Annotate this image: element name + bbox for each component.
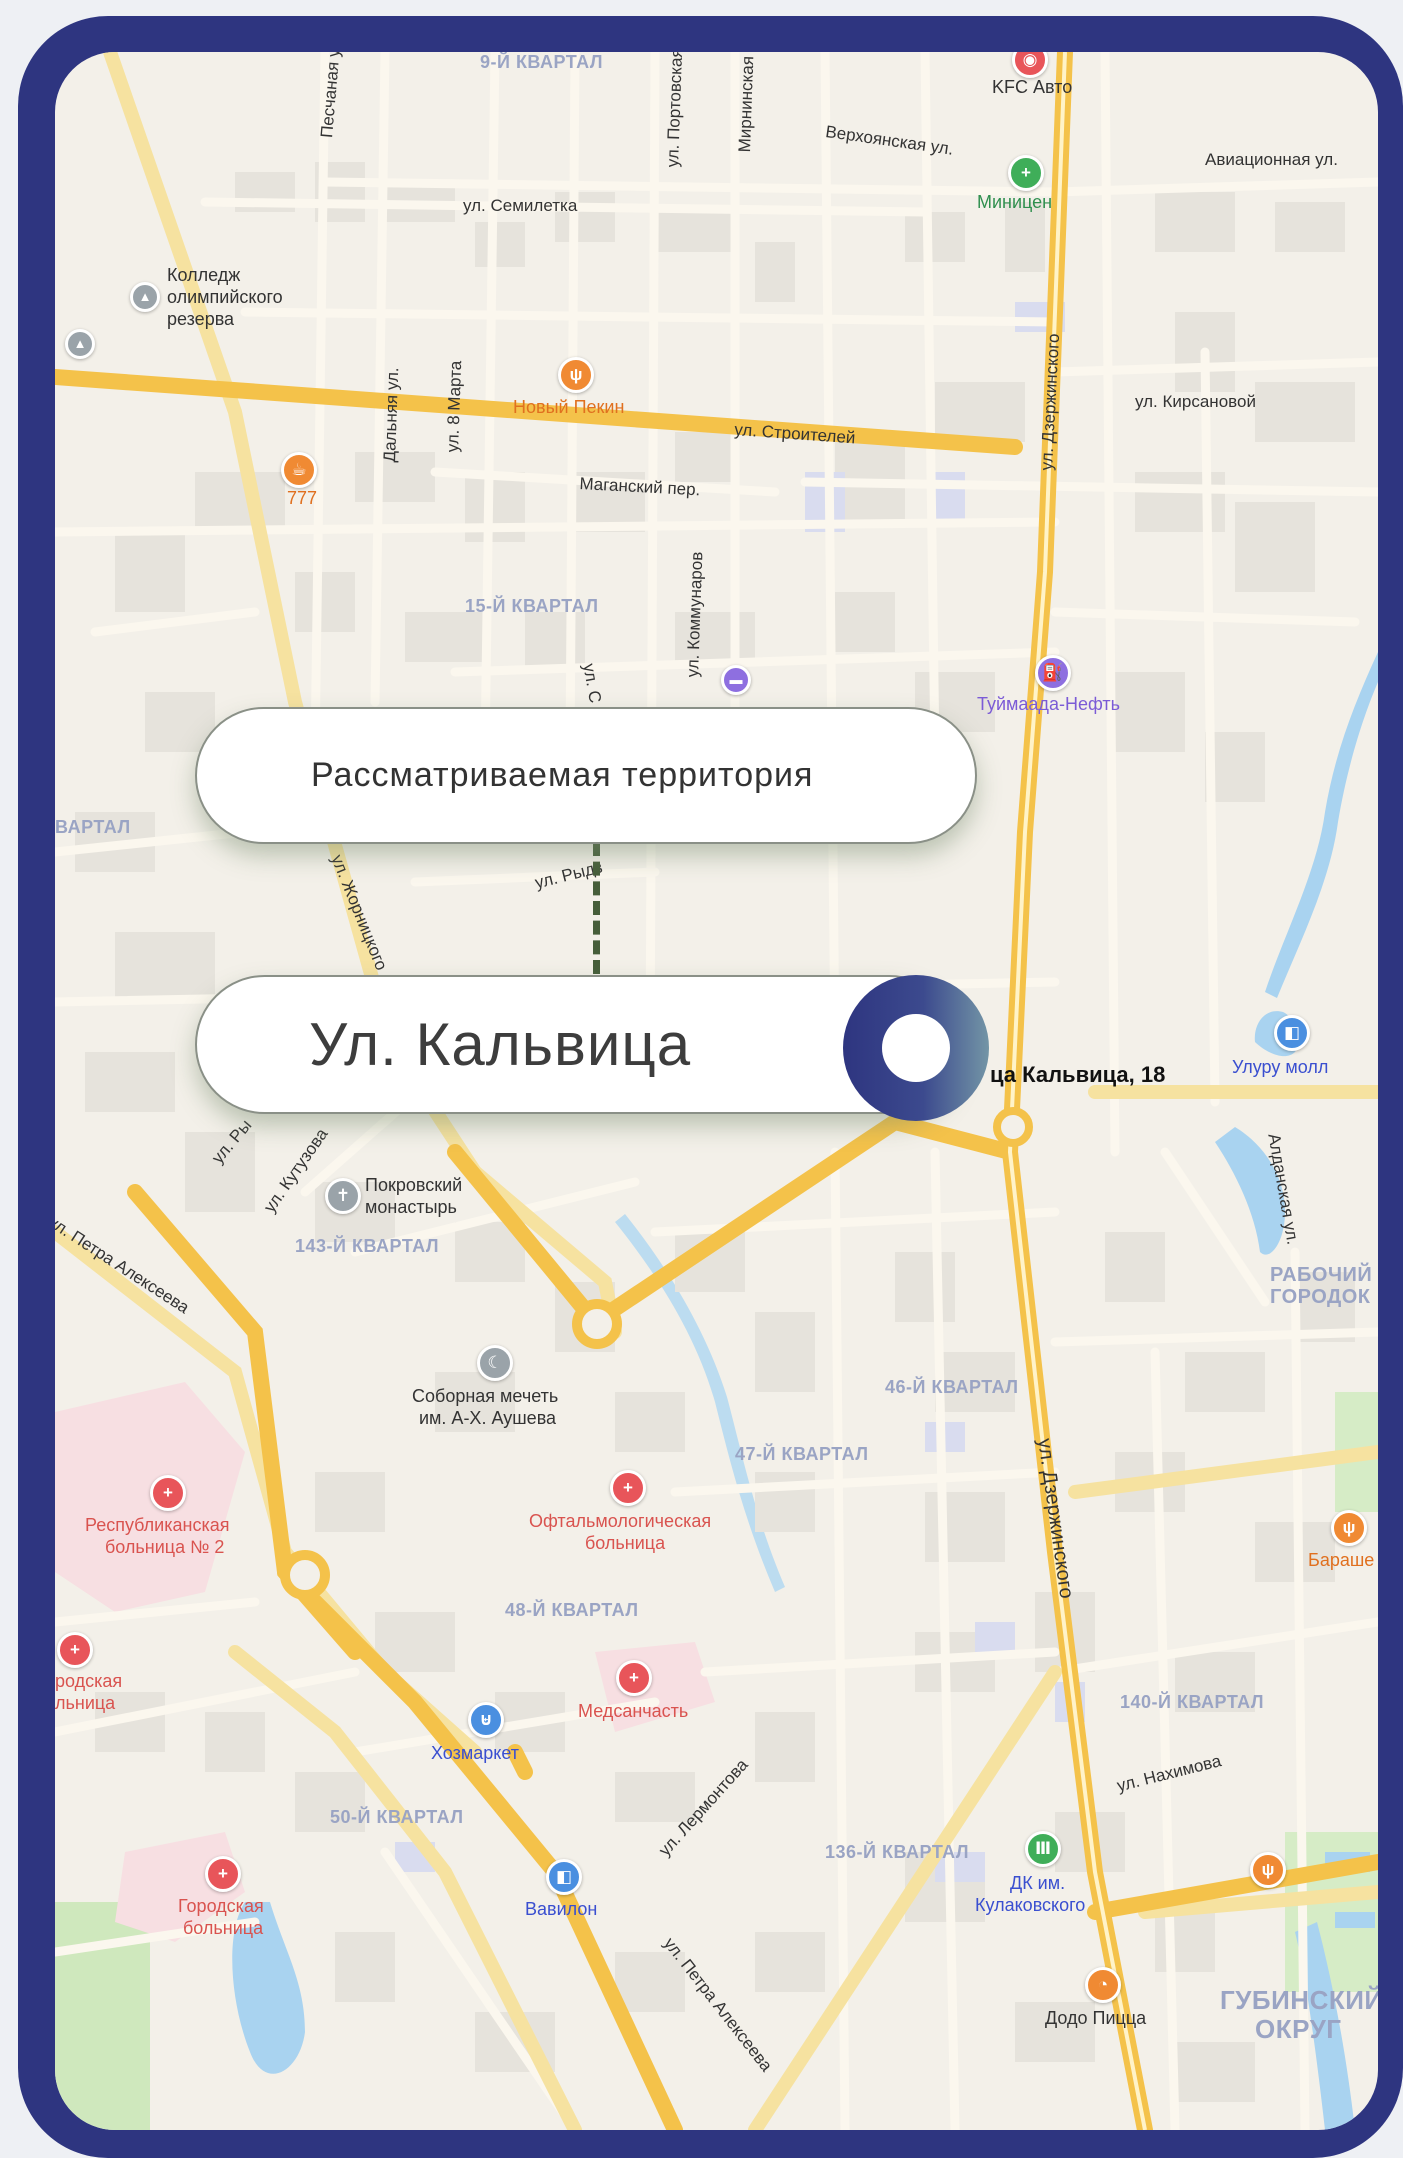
territory-label: Рассматриваемая территория: [311, 756, 814, 794]
poi-monastery-line1[interactable]: Покровский: [365, 1174, 462, 1196]
poi-dk-line2[interactable]: Кулаковского: [975, 1894, 1085, 1916]
quarter-label: 143-Й КВАРТАЛ: [295, 1236, 440, 1256]
poi-city-hospital-left-line2[interactable]: льница: [55, 1692, 115, 1714]
pharmacy-icon[interactable]: +: [1008, 155, 1044, 191]
hospital-icon[interactable]: +: [610, 1470, 646, 1506]
poi-ophthalmo-line2[interactable]: больница: [585, 1532, 665, 1554]
poi-monastery-line2[interactable]: монастырь: [365, 1196, 457, 1218]
poi-college-line1[interactable]: Колледж: [167, 264, 240, 286]
shopping-basket-icon[interactable]: ⊌: [468, 1702, 504, 1738]
quarter-label: 50-Й КВАРТАЛ: [330, 1807, 464, 1827]
school-icon[interactable]: ▲: [130, 282, 160, 312]
district-label: ГУБИНСКИЙ: [1220, 1985, 1378, 2015]
poi-college-line2[interactable]: олимпийского: [167, 286, 283, 308]
address-label: ца Кальвица, 18: [990, 1062, 1166, 1087]
mosque-icon[interactable]: ☾: [477, 1345, 513, 1381]
quarter-label: 140-Й КВАРТАЛ: [1120, 1692, 1265, 1712]
street-label: ул. Портовская: [663, 52, 687, 168]
street-label: ул. 8 Марта: [443, 360, 466, 453]
shopping-icon[interactable]: ◧: [1274, 1015, 1310, 1051]
poi-777[interactable]: 777: [287, 488, 317, 509]
district-label: РАБОЧИЙ: [1270, 1264, 1373, 1286]
location-marker-center: [882, 1014, 950, 1082]
quarter-label: 47-Й КВАРТАЛ: [735, 1444, 869, 1464]
quarter-label: 9-Й КВАРТАЛ: [480, 52, 604, 72]
territory-callout: Рассматриваемая территория: [195, 707, 977, 844]
college-icon[interactable]: ▲: [65, 329, 95, 359]
connector-dashed-line: [593, 842, 600, 974]
poi-city-hospital-left-line1[interactable]: родская: [55, 1670, 122, 1692]
street-label-callout: Ул. Кальвица: [309, 1011, 692, 1078]
restaurant-icon[interactable]: ψ: [1331, 1510, 1367, 1546]
street-label: Мирнинская: [735, 55, 758, 153]
restaurant-icon[interactable]: ψ: [1250, 1852, 1286, 1888]
poi-hozmarket[interactable]: Хозмаркет: [431, 1742, 519, 1764]
hospital-icon[interactable]: +: [57, 1632, 93, 1668]
poi-minicen[interactable]: Миницен: [977, 192, 1052, 213]
quarter-label: 136-Й КВАРТАЛ: [825, 1842, 970, 1862]
poi-vavilon[interactable]: Вавилон: [525, 1898, 597, 1920]
hospital-icon[interactable]: +: [150, 1475, 186, 1511]
street-label: Авиационная ул.: [1205, 150, 1338, 169]
poi-republic-hospital-line1[interactable]: Республиканская: [85, 1514, 229, 1536]
poi-dk-line1[interactable]: ДК им.: [1010, 1872, 1065, 1894]
shopping-icon[interactable]: ◧: [546, 1859, 582, 1895]
pizza-icon[interactable]: ◔: [1085, 1967, 1121, 2003]
street-label: Дальняя ул.: [380, 367, 403, 463]
restaurant-icon[interactable]: ψ: [558, 357, 594, 393]
poi-tuymaada[interactable]: Туймаада-Нефть: [977, 694, 1120, 715]
culture-icon[interactable]: Ⅲ: [1025, 1831, 1061, 1867]
poi-peking[interactable]: Новый Пекин: [513, 397, 624, 418]
street-label: ул. Семилетка: [463, 196, 578, 215]
poi-medsanchast[interactable]: Медсанчасть: [578, 1700, 688, 1722]
poi-dodo[interactable]: Додо Пицца: [1045, 2007, 1146, 2029]
fuel-icon[interactable]: ⛽: [1035, 655, 1071, 691]
poi-ulurumoll[interactable]: Улуру молл: [1232, 1056, 1328, 1078]
district-label: ГОРОДОК: [1270, 1286, 1371, 1308]
hospital-icon[interactable]: +: [616, 1660, 652, 1696]
poi-city-hospital-line1[interactable]: Городская: [178, 1895, 264, 1917]
hospital-icon[interactable]: +: [205, 1856, 241, 1892]
poi-republic-hospital-line2[interactable]: больница № 2: [105, 1536, 224, 1558]
quarter-label: 48-Й КВАРТАЛ: [505, 1600, 639, 1620]
poi-kfc[interactable]: KFC Авто: [992, 76, 1072, 98]
hotel-icon[interactable]: ▬: [721, 665, 751, 695]
quarter-label: 15-Й КВАРТАЛ: [465, 596, 599, 616]
district-label: ОКРУГ: [1255, 2014, 1342, 2044]
quarter-label: 46-Й КВАРТАЛ: [885, 1377, 1019, 1397]
street-label: ул. Кирсановой: [1135, 392, 1256, 411]
location-marker-icon[interactable]: [843, 975, 989, 1121]
poi-mosque-line1[interactable]: Соборная мечеть: [412, 1385, 558, 1407]
quarter-label: ВАРТАЛ: [55, 817, 131, 837]
church-icon[interactable]: ✝: [325, 1178, 361, 1214]
poi-city-hospital-line2[interactable]: больница: [183, 1917, 263, 1939]
poi-mosque-line2[interactable]: им. А-Х. Аушева: [419, 1407, 556, 1429]
cafe-icon[interactable]: ☕: [281, 452, 317, 488]
poi-college-line3[interactable]: резерва: [167, 308, 234, 330]
poi-ophthalmo-line1[interactable]: Офтальмологическая: [529, 1510, 711, 1532]
poi-barashek[interactable]: Бараше: [1308, 1550, 1374, 1571]
